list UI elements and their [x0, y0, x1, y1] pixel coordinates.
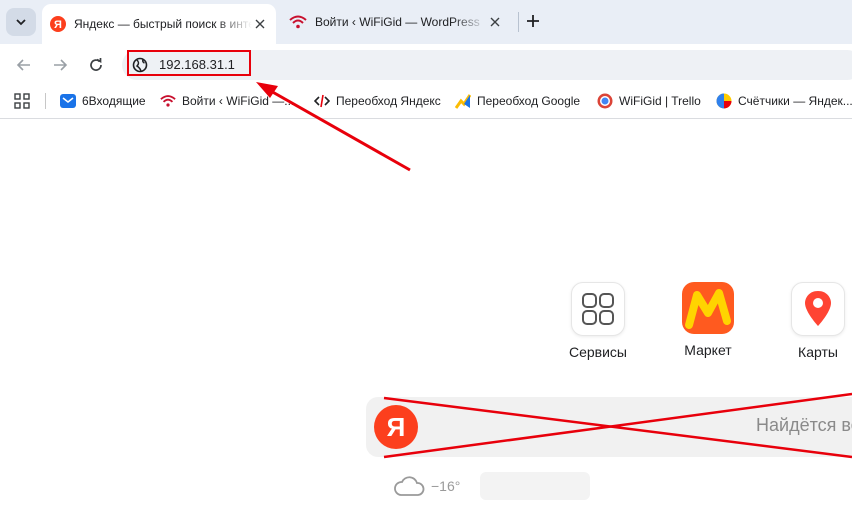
- wifi-icon: [160, 95, 176, 107]
- service-all[interactable]: Сервисы: [558, 282, 638, 360]
- bookmarks-bar: 6Входящие Войти ‹ WiFiGid —... Переобход…: [0, 84, 852, 119]
- yandex-favicon-icon: Я: [50, 16, 66, 32]
- yandex-logo: Я: [374, 405, 418, 449]
- grid-icon: [571, 282, 625, 336]
- metrika-icon: [716, 93, 732, 109]
- arrow-right-icon: [54, 59, 68, 71]
- tab-strip: Я Яндекс — быстрый поиск в интернете Вой…: [0, 0, 852, 44]
- bookmark-yandex-reindex[interactable]: Переобход Яндекс: [314, 92, 441, 110]
- cloud-icon: [394, 476, 425, 496]
- tab-title: Войти ‹ WiFiGid — WordPress: [315, 15, 480, 29]
- weather-widget[interactable]: −16°: [393, 474, 460, 498]
- plus-icon: [527, 15, 539, 27]
- bookmark-metrika[interactable]: Счётчики — Яндек...: [716, 92, 852, 110]
- map-pin-icon: [791, 282, 845, 336]
- reload-button[interactable]: [85, 54, 107, 76]
- chevron-down-icon: [16, 19, 26, 26]
- service-market[interactable]: Маркет: [668, 282, 748, 358]
- service-label: Маркет: [684, 342, 732, 358]
- search-bar[interactable]: Я Найдётся всё: [366, 397, 852, 457]
- tab-yandex[interactable]: Я Яндекс — быстрый поиск в интернете: [42, 4, 276, 44]
- weather-temperature: −16°: [431, 478, 461, 494]
- chart-icon: [455, 94, 471, 109]
- service-maps[interactable]: Карты: [778, 282, 852, 360]
- bookmark-mail[interactable]: 6Входящие: [60, 92, 146, 110]
- tab-separator: [518, 12, 519, 32]
- service-label: Сервисы: [568, 344, 627, 360]
- reload-icon: [90, 58, 102, 71]
- forward-button[interactable]: [49, 54, 71, 76]
- tab-wordpress[interactable]: Войти ‹ WiFiGid — WordPress: [281, 6, 511, 38]
- code-icon: [314, 94, 330, 108]
- url-highlight-box: [127, 50, 251, 76]
- bookmark-wifigid-login[interactable]: Войти ‹ WiFiGid —...: [160, 92, 294, 110]
- new-tab-button[interactable]: [522, 10, 544, 32]
- tab-search-button[interactable]: [6, 8, 36, 36]
- tab-close-button[interactable]: [487, 14, 503, 30]
- search-placeholder: Найдётся всё: [756, 415, 852, 435]
- bookmark-trello[interactable]: WiFiGid | Trello: [597, 92, 701, 110]
- blurred-content: [480, 472, 590, 500]
- tab-close-button[interactable]: [252, 16, 268, 32]
- bookmarks-separator: [45, 93, 46, 109]
- service-label: Карты: [798, 344, 838, 360]
- svg-text:Я: Я: [54, 19, 62, 31]
- trello-icon: [597, 93, 613, 109]
- wifi-icon: [289, 15, 307, 29]
- back-button[interactable]: [13, 54, 35, 76]
- arrow-left-icon: [16, 59, 30, 71]
- close-icon: [490, 17, 500, 27]
- close-icon: [255, 19, 265, 29]
- tab-title: Яндекс — быстрый поиск в интернете: [74, 17, 252, 31]
- apps-icon[interactable]: [14, 93, 30, 109]
- market-icon: [682, 282, 734, 334]
- bookmark-google-reindex[interactable]: Переобход Google: [455, 92, 580, 110]
- mail-icon: [60, 94, 76, 108]
